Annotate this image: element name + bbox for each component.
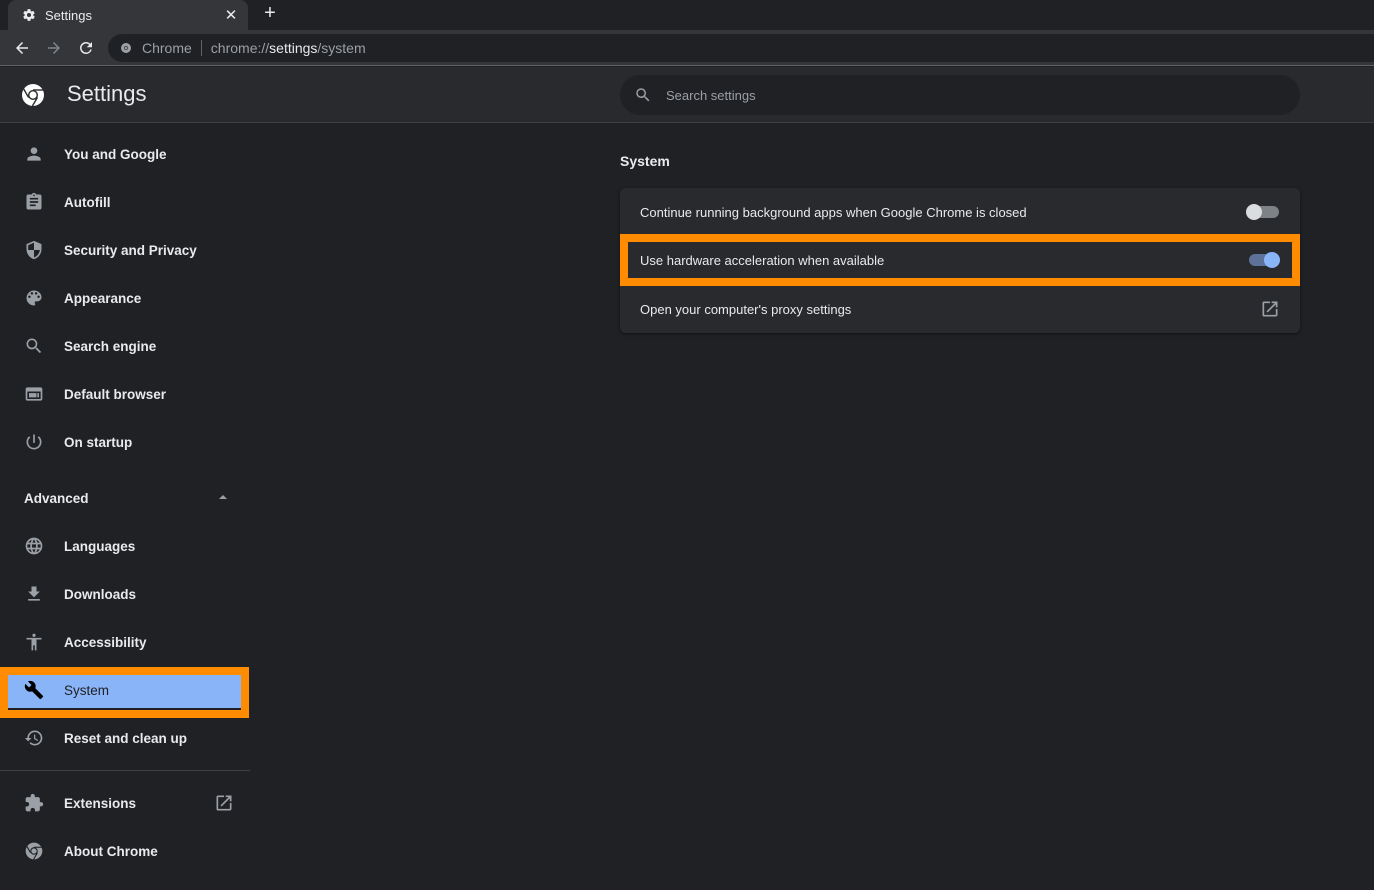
- toggle-knob: [1264, 252, 1280, 268]
- setting-label: Use hardware acceleration when available: [640, 252, 885, 268]
- arrow-forward-icon[interactable]: [43, 37, 65, 59]
- sidebar-item-label: Reset and clean up: [64, 730, 188, 746]
- sidebar-item-on-startup[interactable]: On startup: [0, 418, 250, 466]
- sidebar-item-label: You and Google: [64, 146, 167, 162]
- sidebar-item-default-browser[interactable]: Default browser: [0, 370, 250, 418]
- sidebar-item-label: Downloads: [64, 586, 137, 602]
- search-icon: [24, 336, 44, 356]
- advanced-section-toggle[interactable]: Advanced: [0, 476, 250, 520]
- sidebar-item-label: On startup: [64, 434, 133, 450]
- setting-row-background-apps[interactable]: Continue running background apps when Go…: [620, 188, 1300, 236]
- open-in-new-icon[interactable]: [1260, 299, 1280, 319]
- url-path: /system: [317, 40, 366, 56]
- setting-row-proxy-settings[interactable]: Open your computer's proxy settings: [620, 285, 1300, 333]
- sidebar-item-about-chrome[interactable]: About Chrome: [0, 827, 250, 875]
- sidebar-item-search-engine[interactable]: Search engine: [0, 322, 250, 370]
- search-icon: [636, 88, 650, 102]
- system-settings-card: Continue running background apps when Go…: [620, 188, 1300, 333]
- clipboard-icon: [24, 192, 44, 212]
- sidebar-item-accessibility[interactable]: Accessibility: [0, 618, 250, 666]
- sidebar-item-downloads[interactable]: Downloads: [0, 570, 250, 618]
- browser-toolbar: Chrome chrome://settings/system: [0, 30, 1374, 66]
- plus-icon[interactable]: +: [260, 3, 280, 24]
- background-apps-toggle[interactable]: [1246, 202, 1280, 222]
- open-in-new-icon: [216, 795, 232, 811]
- chrome-logo-icon: [22, 84, 44, 107]
- search-box[interactable]: [620, 75, 1300, 115]
- address-bar[interactable]: Chrome chrome://settings/system: [108, 34, 1374, 62]
- sidebar-item-label: Search engine: [64, 338, 157, 354]
- shield-icon: [24, 240, 44, 260]
- sidebar-item-label: Languages: [64, 538, 136, 554]
- advanced-label: Advanced: [24, 490, 89, 506]
- sidebar-divider: [0, 770, 250, 771]
- arrow-back-icon[interactable]: [11, 37, 33, 59]
- setting-label: Open your computer's proxy settings: [640, 301, 852, 317]
- sidebar-item-label: About Chrome: [64, 843, 158, 859]
- browser-window-icon: [24, 384, 44, 404]
- globe-icon: [24, 536, 44, 556]
- setting-label: Continue running background apps when Go…: [640, 204, 1027, 220]
- url-scheme: chrome://: [210, 40, 270, 56]
- reload-icon[interactable]: [75, 37, 97, 59]
- tab-title: Settings: [45, 7, 92, 23]
- sidebar-item-label: Accessibility: [64, 634, 147, 650]
- search-input[interactable]: [666, 87, 1266, 103]
- sidebar: You and Google Autofill Security and Pri…: [0, 124, 250, 890]
- sidebar-item-label: Autofill: [64, 194, 111, 210]
- sidebar-item-label: Appearance: [64, 290, 142, 306]
- hardware-acceleration-toggle[interactable]: [1246, 250, 1280, 270]
- page-title: Settings: [67, 81, 147, 106]
- palette-icon: [24, 288, 44, 308]
- wrench-icon: [24, 680, 44, 700]
- toggle-knob: [1246, 204, 1262, 220]
- sidebar-item-appearance[interactable]: Appearance: [0, 274, 250, 322]
- download-icon: [24, 584, 44, 604]
- sidebar-item-languages[interactable]: Languages: [0, 522, 250, 570]
- person-icon: [24, 144, 44, 164]
- sidebar-item-label: Security and Privacy: [64, 242, 197, 258]
- sidebar-item-security-and-privacy[interactable]: Security and Privacy: [0, 226, 250, 274]
- sidebar-item-label: Default browser: [64, 386, 167, 402]
- tab-strip: Settings ✕ +: [0, 0, 1374, 30]
- tab-settings[interactable]: Settings ✕: [8, 0, 248, 30]
- gear-icon: [22, 8, 36, 22]
- settings-header: Settings: [0, 67, 1374, 123]
- setting-row-hardware-acceleration[interactable]: Use hardware acceleration when available: [620, 236, 1300, 284]
- chrome-logo-icon: [24, 841, 44, 861]
- accessibility-icon: [24, 632, 44, 652]
- sidebar-item-system[interactable]: System: [0, 666, 250, 714]
- puzzle-icon: [24, 793, 44, 813]
- power-icon: [24, 432, 44, 452]
- close-icon[interactable]: ✕: [222, 6, 240, 24]
- sidebar-item-extensions[interactable]: Extensions: [0, 779, 250, 827]
- section-title: System: [620, 153, 670, 169]
- restore-icon: [24, 728, 44, 748]
- arrow-up-icon: [219, 495, 227, 499]
- sidebar-item-label: System: [64, 682, 110, 698]
- sidebar-item-label: Extensions: [64, 795, 137, 811]
- sidebar-item-autofill[interactable]: Autofill: [0, 178, 250, 226]
- chrome-logo-icon: [121, 43, 131, 53]
- sidebar-item-you-and-google[interactable]: You and Google: [0, 130, 250, 178]
- site-name: Chrome: [142, 40, 192, 56]
- sidebar-item-reset-and-clean-up[interactable]: Reset and clean up: [0, 714, 250, 762]
- omnibox-separator: [200, 40, 202, 56]
- url-host: settings: [269, 40, 318, 56]
